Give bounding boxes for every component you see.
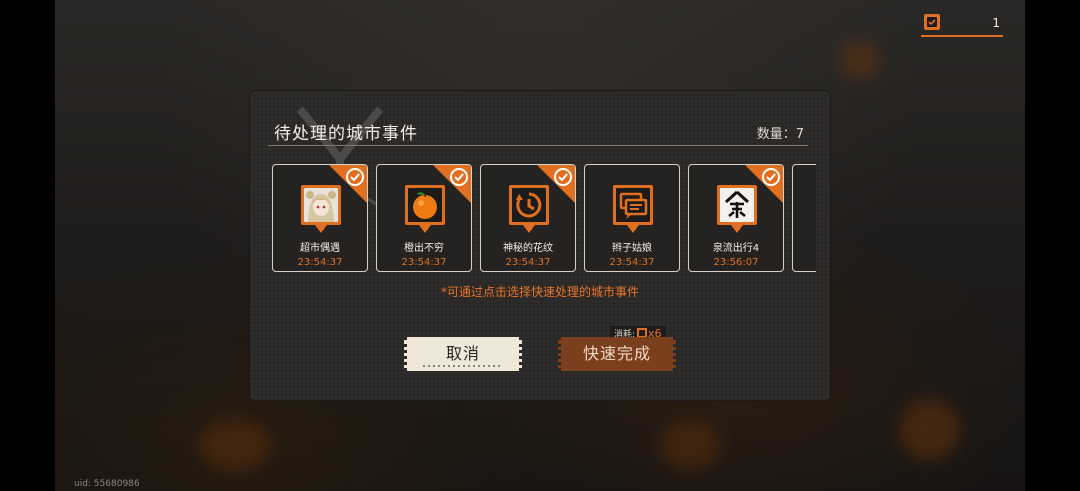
check-icon — [346, 168, 364, 186]
timer-icon — [512, 188, 546, 222]
event-name: 神秘的花纹 — [503, 243, 553, 254]
pin-marker — [627, 225, 639, 233]
ticket-check-icon — [924, 14, 940, 30]
check-icon — [450, 168, 468, 186]
event-timer: 23:54:37 — [401, 257, 447, 268]
check-icon — [554, 168, 572, 186]
title-divider — [268, 145, 808, 146]
calligraphy-glyph-icon — [720, 188, 754, 222]
event-name: 泉流出行4 — [712, 243, 760, 254]
event-timer: 23:54:37 — [505, 257, 551, 268]
ticket-count: 1 — [992, 16, 1000, 30]
event-card[interactable]: 泉流出行4 23:56:07 — [688, 164, 784, 272]
dialog-title: 待处理的城市事件 — [274, 124, 418, 144]
pin-marker — [315, 225, 327, 233]
ticket-counter[interactable]: 1 — [921, 13, 1003, 37]
event-card[interactable]: 超市偶遇 23:54:37 — [272, 164, 368, 272]
event-name: 超市偶遇 — [300, 243, 340, 254]
event-card-list[interactable]: 超市偶遇 23:54:37 橙出不穷 23:54:37 神秘的花纹 23:54:… — [272, 164, 816, 274]
event-name: 橙出不穷 — [404, 243, 444, 254]
quick-complete-button[interactable]: 快速完成 — [558, 337, 676, 371]
event-card[interactable]: 辫子姑娘 23:54:37 — [584, 164, 680, 272]
event-name: 辫子姑娘 — [612, 243, 652, 254]
check-icon — [762, 168, 780, 186]
event-card[interactable]: 橙出不穷 23:54:37 — [376, 164, 472, 272]
event-card[interactable]: 神秘的花纹 23:54:37 — [480, 164, 576, 272]
event-card-partial[interactable] — [792, 164, 816, 272]
uid-label: uid: 55680986 — [74, 479, 140, 489]
pin-marker — [419, 225, 431, 233]
event-timer: 23:54:37 — [297, 257, 343, 268]
chat-bubbles-icon — [616, 188, 650, 222]
pin-marker — [523, 225, 535, 233]
event-timer: 23:54:37 — [609, 257, 655, 268]
orange-icon — [408, 188, 442, 222]
event-count: 数量：7 — [756, 127, 804, 142]
event-timer: 23:56:07 — [713, 257, 759, 268]
selection-hint: *可通过点击选择快速处理的城市事件 — [440, 285, 639, 299]
pin-marker — [731, 225, 743, 233]
character-portrait-icon — [304, 188, 338, 222]
cancel-button[interactable]: 取消 — [404, 337, 522, 371]
city-events-dialog: 待处理的城市事件 数量：7 超市偶遇 23:54:37 橙出不穷 23:54:3… — [250, 91, 830, 400]
